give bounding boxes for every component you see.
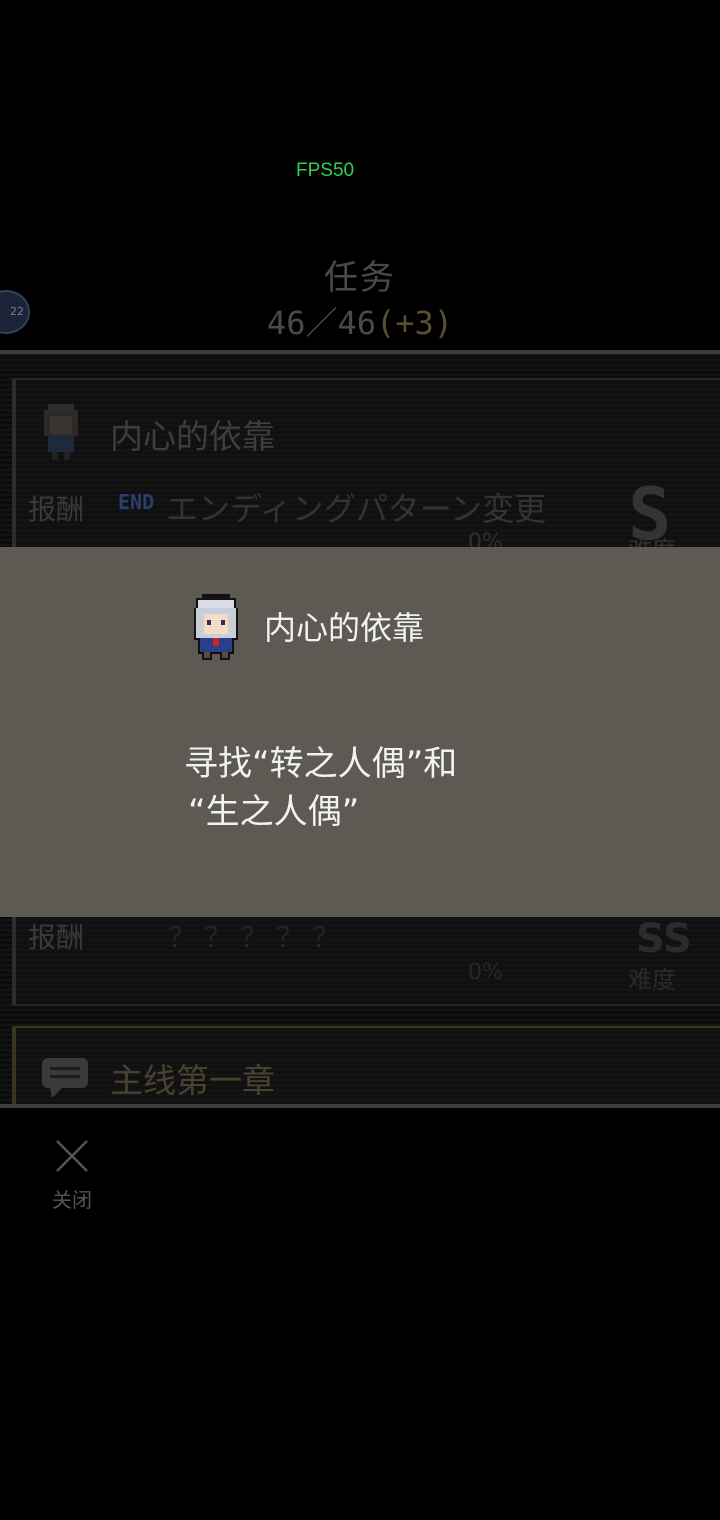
page-title: 任务 — [324, 258, 396, 298]
quest-title: 主线第一章 — [110, 1061, 275, 1100]
close-button[interactable]: 关闭 — [40, 1132, 104, 1214]
character-portrait-icon — [194, 594, 238, 660]
character-portrait-icon — [44, 404, 78, 460]
divider-bottom — [0, 1104, 720, 1108]
reward-text: エンディングパターン変更 — [166, 490, 547, 528]
reward-label: 报酬 — [28, 921, 85, 954]
quest-title: 内心的依靠 — [110, 417, 275, 456]
close-label: 关闭 — [52, 1188, 92, 1212]
chat-bubble-icon — [42, 1058, 88, 1098]
modal-description: 寻找“转之人偶”和 “生之人偶” — [184, 740, 584, 836]
quest-count-value: 46／46 — [266, 304, 376, 342]
close-icon — [56, 1140, 88, 1172]
grade-letter: SS — [636, 916, 692, 962]
difficulty-label: 难度 — [628, 966, 676, 994]
end-tag: END — [118, 490, 155, 514]
reward-label: 报酬 — [28, 493, 85, 526]
modal-title: 内心的依靠 — [264, 609, 425, 647]
modal-description-line: 寻找“转之人偶”和 — [184, 744, 458, 784]
modal-description-line: “生之人偶” — [188, 792, 360, 832]
reward-text: ？？？？？ — [168, 921, 349, 954]
quest-card[interactable]: 主线第一章 — [12, 1026, 720, 1104]
progress-percent: 0% — [468, 960, 503, 985]
quest-bonus: (+3) — [376, 304, 454, 342]
quest-count: 46／46(+3) — [0, 298, 720, 344]
fps-counter: FPS50 — [296, 160, 355, 181]
